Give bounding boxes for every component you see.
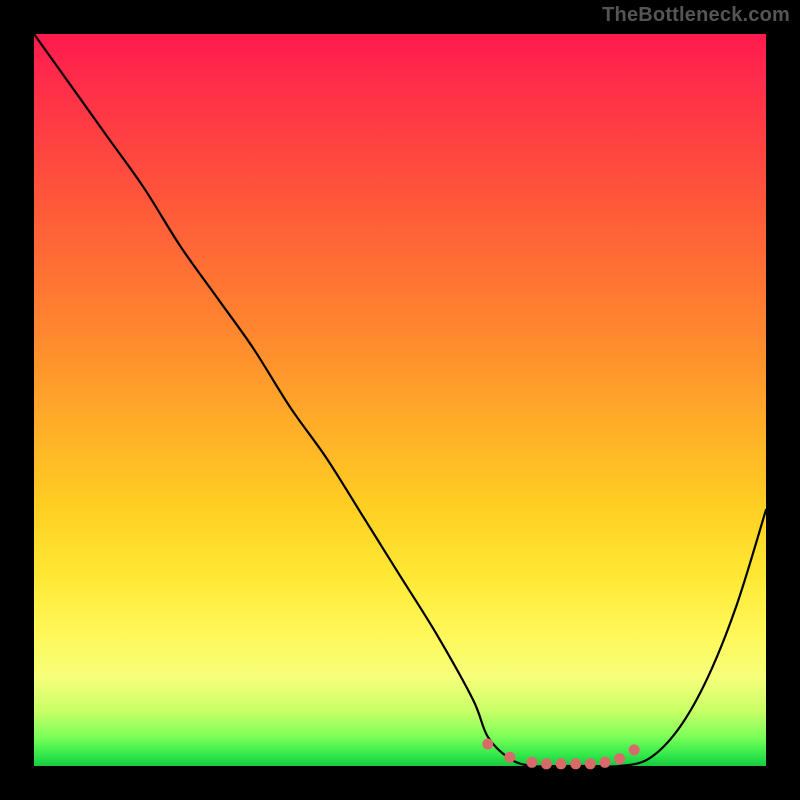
marker-dot <box>629 744 640 755</box>
watermark-text: TheBottleneck.com <box>602 4 790 27</box>
marker-dot <box>482 739 493 750</box>
marker-dot <box>556 758 567 769</box>
curve-svg <box>34 34 766 766</box>
marker-dot <box>570 758 581 769</box>
marker-dot <box>541 758 552 769</box>
bottleneck-curve <box>34 34 766 767</box>
marker-dot <box>504 752 515 763</box>
chart-container: TheBottleneck.com <box>0 0 800 800</box>
plot-area <box>34 34 766 766</box>
marker-dot <box>600 757 611 768</box>
flat-region-markers <box>482 739 639 770</box>
marker-dot <box>585 758 596 769</box>
marker-dot <box>526 757 537 768</box>
marker-dot <box>614 753 625 764</box>
